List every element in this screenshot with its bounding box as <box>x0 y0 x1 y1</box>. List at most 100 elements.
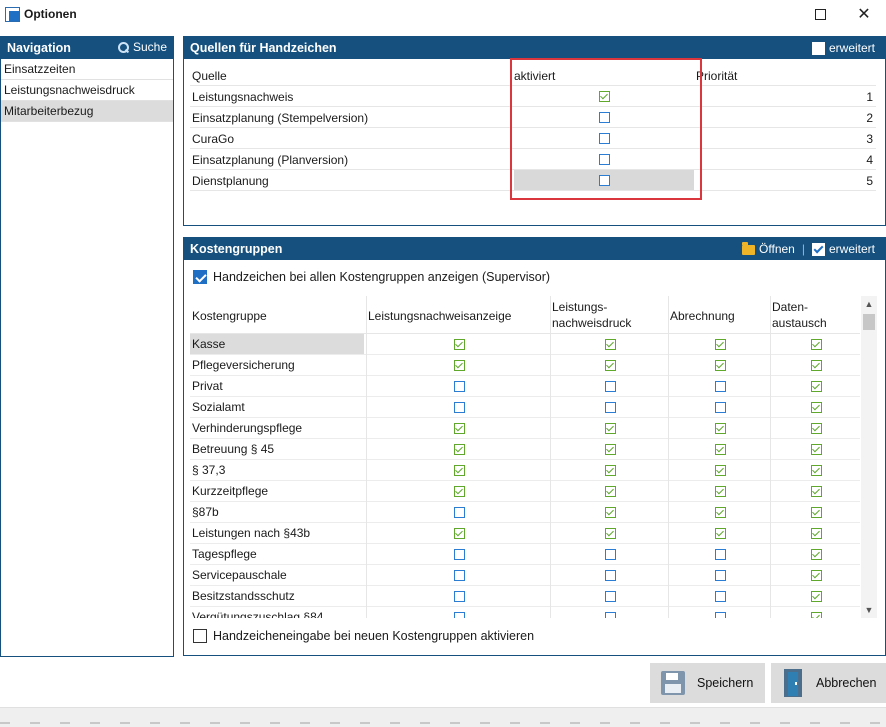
kostengruppe-row[interactable]: Kurzzeitpflege <box>190 481 860 502</box>
abrechnung-checkbox[interactable] <box>714 443 726 455</box>
nav-item[interactable]: Mitarbeiterbezug <box>1 101 173 122</box>
leistungsnachweisdruck-checkbox[interactable] <box>604 506 616 518</box>
kostengruppe-row[interactable]: Betreuung § 45 <box>190 439 860 460</box>
nav-item[interactable]: Einsatzzeiten <box>1 59 173 80</box>
quellen-row[interactable]: CuraGo 3 <box>190 128 876 149</box>
datenaustausch-checkbox[interactable] <box>810 548 822 560</box>
leistungsnachweisdruck-checkbox[interactable] <box>604 548 616 560</box>
kostengruppen-scrollbar[interactable]: ▲ ▼ <box>861 296 877 618</box>
leistungsnachweisdruck-checkbox[interactable] <box>604 569 616 581</box>
leistungsnachweisdruck-checkbox[interactable] <box>604 527 616 539</box>
leistungsnachweisdruck-checkbox[interactable] <box>604 443 616 455</box>
scroll-up-icon[interactable]: ▲ <box>861 296 877 312</box>
datenaustausch-checkbox[interactable] <box>810 611 822 618</box>
datenaustausch-checkbox[interactable] <box>810 443 822 455</box>
abrechnung-checkbox[interactable] <box>714 590 726 602</box>
leistungsnachweisanzeige-checkbox[interactable] <box>453 548 465 560</box>
save-button[interactable]: Speichern <box>650 663 765 703</box>
leistungsnachweisdruck-checkbox[interactable] <box>604 422 616 434</box>
aktiviert-checkbox[interactable] <box>598 174 610 186</box>
kostengruppe-row[interactable]: Sozialamt <box>190 397 860 418</box>
supervisor-option[interactable]: Handzeichen bei allen Kostengruppen anze… <box>193 270 550 284</box>
datenaustausch-checkbox[interactable] <box>810 569 822 581</box>
datenaustausch-checkbox[interactable] <box>810 485 822 497</box>
kostengruppe-row[interactable]: Servicepauschale <box>190 565 860 586</box>
new-groups-option[interactable]: Handzeicheneingabe bei neuen Kostengrupp… <box>193 629 534 643</box>
scroll-down-icon[interactable]: ▼ <box>861 602 877 618</box>
leistungsnachweisdruck-checkbox[interactable] <box>604 464 616 476</box>
leistungsnachweisdruck-checkbox[interactable] <box>604 380 616 392</box>
abrechnung-checkbox[interactable] <box>714 464 726 476</box>
kostengruppe-row[interactable]: Besitzstandsschutz <box>190 586 860 607</box>
datenaustausch-checkbox[interactable] <box>810 527 822 539</box>
supervisor-checkbox[interactable] <box>193 270 207 284</box>
abrechnung-checkbox[interactable] <box>714 611 726 618</box>
abrechnung-checkbox[interactable] <box>714 569 726 581</box>
leistungsnachweisdruck-checkbox[interactable] <box>604 359 616 371</box>
leistungsnachweisanzeige-checkbox[interactable] <box>453 611 465 618</box>
leistungsnachweisanzeige-checkbox[interactable] <box>453 422 465 434</box>
aktiviert-checkbox[interactable] <box>598 111 610 123</box>
datenaustausch-checkbox[interactable] <box>810 338 822 350</box>
nav-item[interactable]: Leistungsnachweisdruck <box>1 80 173 101</box>
open-button[interactable]: Öffnen <box>759 242 795 256</box>
maximize-button[interactable] <box>798 0 842 28</box>
leistungsnachweisanzeige-checkbox[interactable] <box>453 443 465 455</box>
quellen-row[interactable]: Dienstplanung 5 <box>190 170 876 191</box>
kostengruppe-row[interactable]: Verhinderungspflege <box>190 418 860 439</box>
aktiviert-checkbox[interactable] <box>598 132 610 144</box>
leistungsnachweisanzeige-checkbox[interactable] <box>453 338 465 350</box>
quellen-erweitert-toggle[interactable]: erweitert <box>811 41 875 55</box>
abrechnung-checkbox[interactable] <box>714 359 726 371</box>
leistungsnachweisdruck-checkbox[interactable] <box>604 401 616 413</box>
abrechnung-checkbox[interactable] <box>714 380 726 392</box>
datenaustausch-checkbox[interactable] <box>810 380 822 392</box>
datenaustausch-checkbox[interactable] <box>810 590 822 602</box>
leistungsnachweisanzeige-checkbox[interactable] <box>453 569 465 581</box>
abrechnung-checkbox[interactable] <box>714 548 726 560</box>
datenaustausch-checkbox[interactable] <box>810 464 822 476</box>
abrechnung-checkbox[interactable] <box>714 422 726 434</box>
leistungsnachweisdruck-checkbox[interactable] <box>604 485 616 497</box>
leistungsnachweisanzeige-checkbox[interactable] <box>453 527 465 539</box>
leistungsnachweisanzeige-checkbox[interactable] <box>453 401 465 413</box>
kostengruppe-row[interactable]: Privat <box>190 376 860 397</box>
aktiviert-checkbox[interactable] <box>598 153 610 165</box>
leistungsnachweisdruck-checkbox[interactable] <box>604 338 616 350</box>
close-button[interactable]: ✕ <box>842 0 886 28</box>
leistungsnachweisanzeige-checkbox[interactable] <box>453 464 465 476</box>
abrechnung-checkbox[interactable] <box>714 527 726 539</box>
search-button[interactable]: Suche <box>117 40 167 54</box>
abrechnung-checkbox[interactable] <box>714 485 726 497</box>
kostengruppe-row[interactable]: Leistungen nach §43b <box>190 523 860 544</box>
kostengruppen-erweitert-checkbox[interactable] <box>811 242 825 256</box>
cancel-button[interactable]: Abbrechen <box>771 663 886 703</box>
kostengruppe-row[interactable]: Vergütungszuschlag §84 <box>190 607 860 618</box>
quellen-row[interactable]: Einsatzplanung (Stempelversion) 2 <box>190 107 876 128</box>
datenaustausch-checkbox[interactable] <box>810 506 822 518</box>
datenaustausch-checkbox[interactable] <box>810 359 822 371</box>
scroll-thumb[interactable] <box>863 314 875 330</box>
leistungsnachweisanzeige-checkbox[interactable] <box>453 590 465 602</box>
abrechnung-checkbox[interactable] <box>714 506 726 518</box>
datenaustausch-checkbox[interactable] <box>810 401 822 413</box>
abrechnung-checkbox[interactable] <box>714 401 726 413</box>
kostengruppe-row[interactable]: Pflegeversicherung <box>190 355 860 376</box>
leistungsnachweisanzeige-checkbox[interactable] <box>453 380 465 392</box>
kostengruppe-row[interactable]: Kasse <box>190 334 860 355</box>
leistungsnachweisanzeige-checkbox[interactable] <box>453 485 465 497</box>
leistungsnachweisanzeige-checkbox[interactable] <box>453 506 465 518</box>
kostengruppe-row[interactable]: §87b <box>190 502 860 523</box>
leistungsnachweisdruck-checkbox[interactable] <box>604 611 616 618</box>
leistungsnachweisdruck-checkbox[interactable] <box>604 590 616 602</box>
abrechnung-checkbox[interactable] <box>714 338 726 350</box>
datenaustausch-checkbox[interactable] <box>810 422 822 434</box>
kostengruppe-row[interactable]: § 37,3 <box>190 460 860 481</box>
quellen-row[interactable]: Einsatzplanung (Planversion) 4 <box>190 149 876 170</box>
new-groups-checkbox[interactable] <box>193 629 207 643</box>
quellen-erweitert-checkbox[interactable] <box>811 41 825 55</box>
quellen-row[interactable]: Leistungsnachweis 1 <box>190 86 876 107</box>
kostengruppe-row[interactable]: Tagespflege <box>190 544 860 565</box>
aktiviert-checkbox[interactable] <box>598 90 610 102</box>
leistungsnachweisanzeige-checkbox[interactable] <box>453 359 465 371</box>
